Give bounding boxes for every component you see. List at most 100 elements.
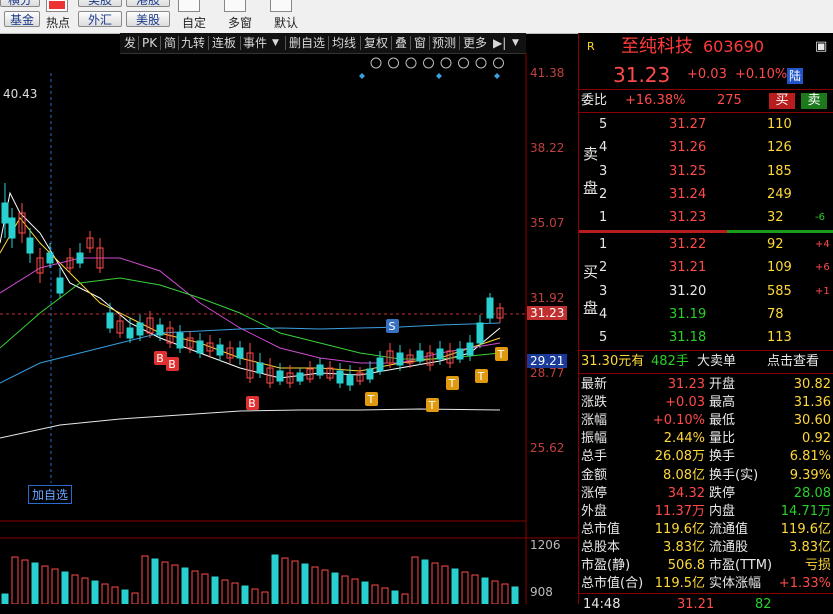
volume-bar [211,576,219,604]
volume-bar [1,593,9,604]
hotspot-icon[interactable] [46,0,68,12]
ask-level-row[interactable]: 5 31.27 110 [579,116,833,134]
candle-body [466,342,474,356]
panel-menu-icon[interactable]: ▣ [815,35,827,59]
range-icon [405,57,417,69]
volume-bar [461,571,469,604]
volume-bar [241,585,249,604]
volume-bar [431,562,439,604]
candle-body [76,252,84,264]
tool-adjust[interactable]: 复权 [364,33,388,53]
volume-bar [151,558,159,604]
bid-level: 4 [599,306,608,322]
stock-code: 603690 [703,37,765,56]
ask-level-row[interactable]: 3 31.25 185 [579,163,833,181]
tool-forecast[interactable]: 预测 [432,33,456,53]
forex-button[interactable]: 外汇 [78,11,122,27]
bid-level-row[interactable]: 4 31.19 78 [579,306,833,324]
bid-level-row[interactable]: 2 31.21 109 +6 [579,259,833,277]
signal-badge-label: T [477,370,485,383]
event-marker [436,73,442,79]
volume-bar [391,590,399,604]
zoom-icon [370,57,382,69]
us-stock-button[interactable]: 美股 [126,11,170,27]
bid-price: 31.19 [669,306,707,322]
ask-level-row[interactable]: 1 31.23 32 -6 [579,209,833,227]
stat-value: 亏损 [804,558,831,573]
tool-fa[interactable]: 发 [124,33,136,53]
stat-value: +0.10% [652,413,705,429]
ask-volume: 249 [767,186,792,202]
tool-limit-board[interactable]: 连板 [212,33,236,53]
delete-icon [423,57,434,69]
bid-volume: 109 [767,260,792,276]
custom-label[interactable]: 自定 [182,14,206,31]
period-high-label: 40.43 [3,87,38,101]
stat-value: 31.23 [667,377,705,392]
stats-row: 总手 26.08万 换手 6.81% [579,448,833,466]
ask-level-row[interactable]: 2 31.24 249 [579,186,833,204]
tool-nine-turn[interactable]: 九转 [181,33,205,53]
tool-simple[interactable]: 简 [164,33,176,53]
fund-button[interactable]: 基金 [4,11,40,27]
toolbar-top-btn-0[interactable]: 横分 [0,0,40,7]
volume-bar [301,563,309,604]
big-order-label: 大卖单 [697,354,737,369]
ask-price: 31.25 [669,163,707,179]
price-axis-label: 31.92 [530,291,565,305]
default-label[interactable]: 默认 [274,14,298,31]
bid-level-row[interactable]: 5 31.18 113 [579,329,833,347]
multi-window-label[interactable]: 多窗 [228,14,252,31]
events-dropdown-icon[interactable]: ▼ [272,33,279,53]
tool-more[interactable]: 更多 [463,33,487,53]
tool-ma[interactable]: 均线 [332,33,356,53]
candle-body [176,332,184,349]
default-layout-icon[interactable] [270,0,292,12]
toolbar-top-btn-2[interactable]: 港股 [126,0,170,7]
candle-body [396,352,404,366]
tool-expand-icon[interactable]: ▶| [493,33,506,53]
volume-bar [41,565,49,604]
ask-level-row[interactable]: 4 31.26 126 [579,139,833,157]
volume-bar [141,555,149,604]
pen-icon [388,57,399,69]
volume-bar [31,562,39,604]
tool-events[interactable]: 事件 [243,33,267,53]
ask-level: 2 [599,186,608,202]
bid-level-row[interactable]: 1 31.22 92 +4 [579,236,833,254]
candle-body [26,237,34,254]
ask-strength-bar [579,230,727,233]
buy-button[interactable]: 买 [769,93,795,109]
stat-value: 3.83亿 [663,539,705,555]
tool-overlay[interactable]: 叠 [395,33,407,53]
stat-label: 总市值(合) [581,576,644,592]
stat-label: 内盘 [709,503,736,519]
kline-chart[interactable]: B BBST TTTT [0,53,578,604]
signal-badge-label: T [428,399,436,412]
tool-remove-watchlist[interactable]: 删自选 [289,33,325,53]
tool-menu-dropdown-icon[interactable]: ▼ [512,33,519,53]
view-big-order-link[interactable]: 点击查看 [767,353,819,371]
multi-window-icon[interactable] [224,0,246,12]
stat-label: 市盈(TTM) [709,558,773,573]
market-flag: R [587,40,595,53]
bid-price: 31.18 [669,330,707,346]
price-axis-label: 28.77 [530,366,565,380]
toolbar-top-btn-1[interactable]: 美股 [78,0,122,7]
stat-label: 最新 [581,377,608,392]
candle-body [256,362,264,374]
hotspot-label[interactable]: 热点 [46,14,70,31]
add-watchlist-crosshair-label[interactable]: 加自选 [28,485,73,504]
tool-pk[interactable]: PK [142,33,157,53]
bid-change: +1 [815,285,830,297]
tool-window[interactable]: 窗 [414,33,426,53]
custom-layout-icon[interactable] [178,0,200,12]
sell-button[interactable]: 卖 [801,93,827,109]
stat-label: 金额 [581,467,608,483]
volume-bar [291,560,299,604]
volume-bar [111,586,119,604]
event-marker [494,73,500,79]
bid-level-row[interactable]: 3 31.20 585 +1 [579,283,833,301]
volume-bar [501,583,509,604]
candle-body [1,202,9,224]
